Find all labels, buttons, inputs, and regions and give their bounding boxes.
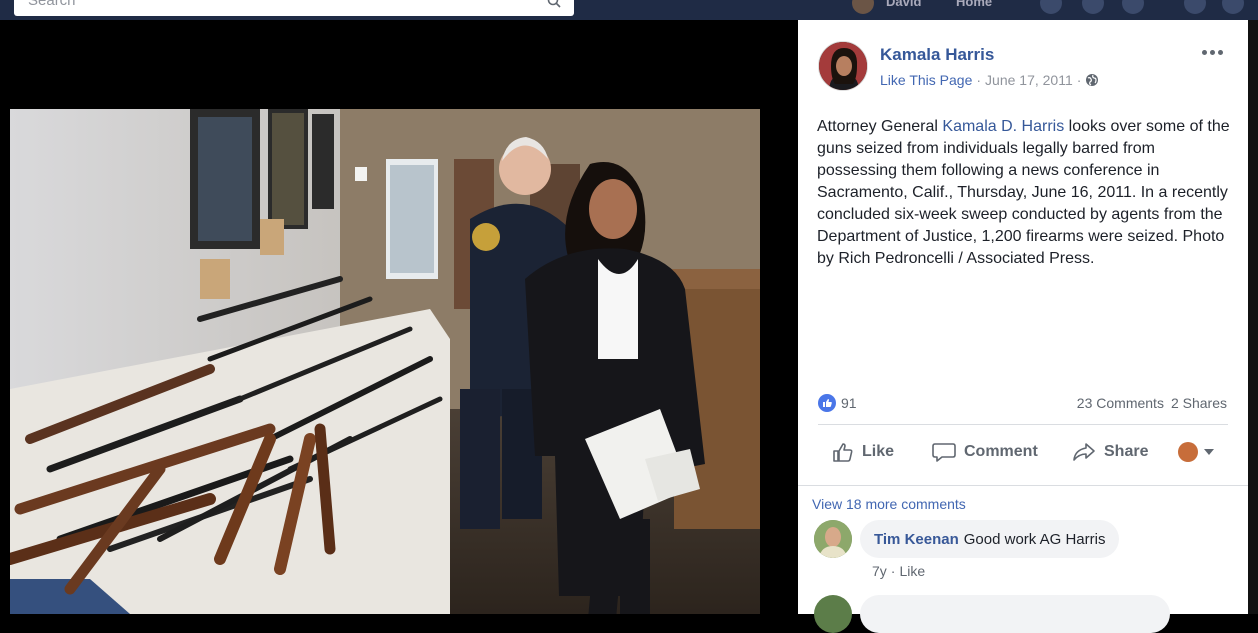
comment-meta: 7y · Like (872, 563, 925, 579)
page-avatar[interactable] (818, 41, 868, 91)
post-actions-bar: Like Comment Share (818, 432, 1228, 472)
caption-text-end: looks over some of the guns seized from … (817, 118, 1230, 267)
search-placeholder: Search (28, 0, 76, 9)
caption-text-start: Attorney General (817, 118, 943, 135)
post-photo[interactable] (10, 109, 760, 614)
comments-count-link[interactable]: 23 Comments (1077, 395, 1164, 411)
page-name-link[interactable]: Kamala Harris (880, 45, 994, 65)
meta-separator: · (1076, 72, 1082, 88)
comment-label: Comment (964, 443, 1038, 460)
comment-like-button[interactable]: Like (899, 563, 925, 579)
top-nav-bar: Search David Home (0, 0, 1258, 20)
view-more-comments-link[interactable]: View 18 more comments (812, 496, 966, 512)
profile-avatar-icon (1178, 442, 1198, 462)
search-field[interactable]: Search (14, 0, 574, 16)
comment-button[interactable]: Comment (932, 441, 1038, 463)
chevron-down-icon (1204, 449, 1214, 455)
home-link[interactable]: Home (956, 0, 992, 9)
post-caption: Attorney General Kamala D. Harris looks … (817, 116, 1237, 270)
help-icon[interactable] (1184, 0, 1206, 14)
user-avatar[interactable] (852, 0, 874, 14)
engagement-counts: 23 Comments 2 Shares (1077, 395, 1227, 411)
account-menu-icon[interactable] (1222, 0, 1244, 14)
user-name-link[interactable]: David (886, 0, 921, 9)
meta-separator: · (890, 563, 896, 579)
notifications-icon[interactable] (1122, 0, 1144, 14)
share-arrow-icon (1073, 443, 1095, 461)
messages-icon[interactable] (1082, 0, 1104, 14)
comment-bubble (860, 595, 1170, 633)
meta-separator: · (976, 72, 982, 88)
post-side-panel: Kamala Harris Like This Page · June 17, … (798, 20, 1248, 633)
scrollbar[interactable] (1248, 20, 1258, 614)
commenter-avatar[interactable] (814, 595, 852, 633)
like-page-link[interactable]: Like This Page (880, 72, 972, 88)
comment-bubble-icon (932, 443, 956, 462)
globe-icon (1086, 74, 1099, 86)
reaction-summary[interactable]: 91 (818, 394, 857, 412)
comment-time[interactable]: 7y (872, 563, 887, 579)
like-button[interactable]: Like (832, 441, 894, 463)
photo-viewer (0, 20, 798, 614)
friend-requests-icon[interactable] (1040, 0, 1062, 14)
more-options-icon[interactable] (1202, 44, 1226, 60)
like-label: Like (862, 443, 895, 460)
thumbs-up-icon (833, 443, 853, 462)
commenter-avatar[interactable] (814, 520, 852, 558)
comment-text: Good work AG Harris (963, 530, 1106, 548)
post-meta: Like This Page · June 17, 2011 · (880, 72, 1099, 88)
caption-mention-link[interactable]: Kamala D. Harris (942, 118, 1064, 135)
comment-author-link[interactable]: Tim Keenan (874, 531, 959, 548)
shares-count-link[interactable]: 2 Shares (1171, 395, 1227, 411)
share-label: Share (1104, 443, 1149, 460)
share-button[interactable]: Share (1072, 441, 1148, 463)
like-reaction-icon (818, 394, 836, 412)
divider (818, 424, 1228, 425)
reaction-count: 91 (841, 395, 857, 411)
react-as-selector[interactable] (1178, 442, 1214, 462)
comment-bubble: Tim Keenan Good work AG Harris (860, 520, 1120, 558)
post-date[interactable]: June 17, 2011 (985, 72, 1073, 88)
search-icon[interactable] (546, 0, 564, 8)
